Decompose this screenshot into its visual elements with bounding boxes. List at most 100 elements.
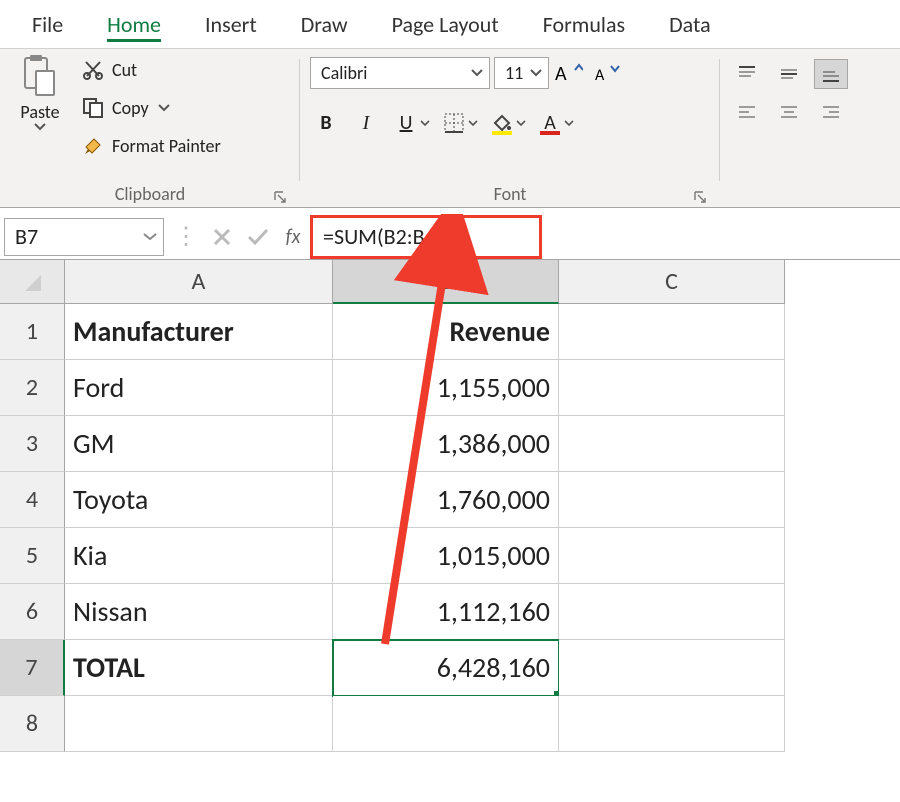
cell-b8[interactable] xyxy=(333,696,559,752)
chevron-down-icon xyxy=(143,233,157,241)
cell-c2[interactable] xyxy=(559,360,785,416)
chevron-down-icon[interactable] xyxy=(157,104,171,112)
dialog-launcher-icon[interactable] xyxy=(692,189,708,205)
align-bottom-icon xyxy=(821,65,841,83)
enter-formula-button[interactable] xyxy=(240,219,276,255)
name-box-value: B7 xyxy=(15,223,38,250)
font-size-dropdown[interactable]: 11 xyxy=(494,57,549,89)
align-top-button[interactable] xyxy=(730,59,764,89)
cell-b6[interactable]: 1,112,160 xyxy=(333,584,559,640)
align-top-icon xyxy=(737,65,757,83)
cell-b3[interactable]: 1,386,000 xyxy=(333,416,559,472)
format-painter-icon xyxy=(82,135,104,157)
align-left-button[interactable] xyxy=(730,97,764,127)
italic-button[interactable]: I xyxy=(350,107,382,139)
row-header-8[interactable]: 8 xyxy=(0,696,65,752)
row-header-6[interactable]: 6 xyxy=(0,584,65,640)
increase-font-icon: A xyxy=(555,60,583,86)
align-center-icon xyxy=(779,103,799,121)
align-right-button[interactable] xyxy=(814,97,848,127)
underline-button[interactable]: U xyxy=(390,107,422,139)
tab-draw[interactable]: Draw xyxy=(279,0,370,48)
cell-a6[interactable]: Nissan xyxy=(65,584,333,640)
bold-button[interactable]: B xyxy=(310,107,342,139)
row-header-5[interactable]: 5 xyxy=(0,528,65,584)
formula-bar: B7 ⋮ fx =SUM(B2:B6) xyxy=(0,214,900,260)
tab-home[interactable]: Home xyxy=(85,0,183,48)
row-header-1[interactable]: 1 xyxy=(0,304,65,360)
row-header-4[interactable]: 4 xyxy=(0,472,65,528)
column-header-c[interactable]: C xyxy=(559,260,785,304)
cell-b4[interactable]: 1,760,000 xyxy=(333,472,559,528)
cell-c8[interactable] xyxy=(559,696,785,752)
svg-text:A: A xyxy=(555,62,567,86)
formula-input[interactable]: =SUM(B2:B6) xyxy=(310,215,542,259)
cut-label: Cut xyxy=(112,59,137,81)
cell-a8[interactable] xyxy=(65,696,333,752)
cut-button[interactable]: Cut xyxy=(76,53,227,87)
paste-button[interactable]: Paste xyxy=(10,53,70,131)
cell-b1[interactable]: Revenue xyxy=(333,304,559,360)
borders-button[interactable] xyxy=(438,107,470,139)
cell-b7-selected[interactable]: 6,428,160 xyxy=(333,640,559,696)
chevron-down-icon xyxy=(33,123,47,131)
borders-icon xyxy=(443,112,465,134)
cell-b2[interactable]: 1,155,000 xyxy=(333,360,559,416)
svg-text:A: A xyxy=(595,66,605,85)
fill-color-button[interactable] xyxy=(486,107,518,139)
font-size-value: 11 xyxy=(505,62,523,84)
spreadsheet-grid[interactable]: A B C 1 2 3 4 5 6 7 8 Manufacturer Ford … xyxy=(0,260,900,800)
row-header-7[interactable]: 7 xyxy=(0,640,65,696)
dialog-launcher-icon[interactable] xyxy=(272,189,288,205)
separator: ⋮ xyxy=(168,222,204,251)
ribbon-group-clipboard: Paste Cut xyxy=(0,49,300,207)
select-all-corner[interactable] xyxy=(0,260,65,304)
tab-file[interactable]: File xyxy=(10,0,85,48)
cell-a3[interactable]: GM xyxy=(65,416,333,472)
cell-c7[interactable] xyxy=(559,640,785,696)
decrease-font-icon: A xyxy=(593,60,621,86)
shrink-font-button[interactable]: A xyxy=(591,57,623,89)
cell-c3[interactable] xyxy=(559,416,785,472)
format-painter-button[interactable]: Format Painter xyxy=(76,129,227,163)
align-center-button[interactable] xyxy=(772,97,806,127)
cell-b5[interactable]: 1,015,000 xyxy=(333,528,559,584)
insert-function-button[interactable]: fx xyxy=(276,225,310,249)
row-header-3[interactable]: 3 xyxy=(0,416,65,472)
ribbon: Paste Cut xyxy=(0,48,900,208)
cell-a4[interactable]: Toyota xyxy=(65,472,333,528)
tab-data[interactable]: Data xyxy=(647,0,733,48)
chevron-down-icon xyxy=(530,69,542,77)
font-name-dropdown[interactable]: Calibri xyxy=(310,57,490,89)
tab-insert[interactable]: Insert xyxy=(183,0,279,48)
cell-c5[interactable] xyxy=(559,528,785,584)
align-bottom-button[interactable] xyxy=(814,59,848,89)
formula-value: =SUM(B2:B6) xyxy=(323,223,442,250)
ribbon-group-font: Calibri 11 A A B I xyxy=(300,49,720,207)
format-painter-label: Format Painter xyxy=(112,135,221,157)
column-header-b[interactable]: B xyxy=(333,260,559,304)
cell-a5[interactable]: Kia xyxy=(65,528,333,584)
copy-button[interactable]: Copy xyxy=(76,91,227,125)
chevron-down-icon xyxy=(471,69,483,77)
row-header-2[interactable]: 2 xyxy=(0,360,65,416)
name-box[interactable]: B7 xyxy=(4,218,164,256)
cell-a2[interactable]: Ford xyxy=(65,360,333,416)
grow-font-button[interactable]: A xyxy=(553,57,585,89)
tab-formulas[interactable]: Formulas xyxy=(521,0,647,48)
align-middle-icon xyxy=(779,65,799,83)
ribbon-tabs: File Home Insert Draw Page Layout Formul… xyxy=(0,0,900,48)
font-color-button[interactable]: A xyxy=(534,107,566,139)
cancel-formula-button[interactable] xyxy=(204,219,240,255)
cell-c1[interactable] xyxy=(559,304,785,360)
cell-c4[interactable] xyxy=(559,472,785,528)
font-group-label: Font xyxy=(494,183,527,205)
cell-b7-value: 6,428,160 xyxy=(437,650,550,685)
cell-c6[interactable] xyxy=(559,584,785,640)
cell-a1[interactable]: Manufacturer xyxy=(65,304,333,360)
clipboard-group-label: Clipboard xyxy=(115,183,185,205)
cell-a7[interactable]: TOTAL xyxy=(65,640,333,696)
align-middle-button[interactable] xyxy=(772,59,806,89)
column-header-a[interactable]: A xyxy=(65,260,333,304)
tab-page-layout[interactable]: Page Layout xyxy=(370,0,521,48)
